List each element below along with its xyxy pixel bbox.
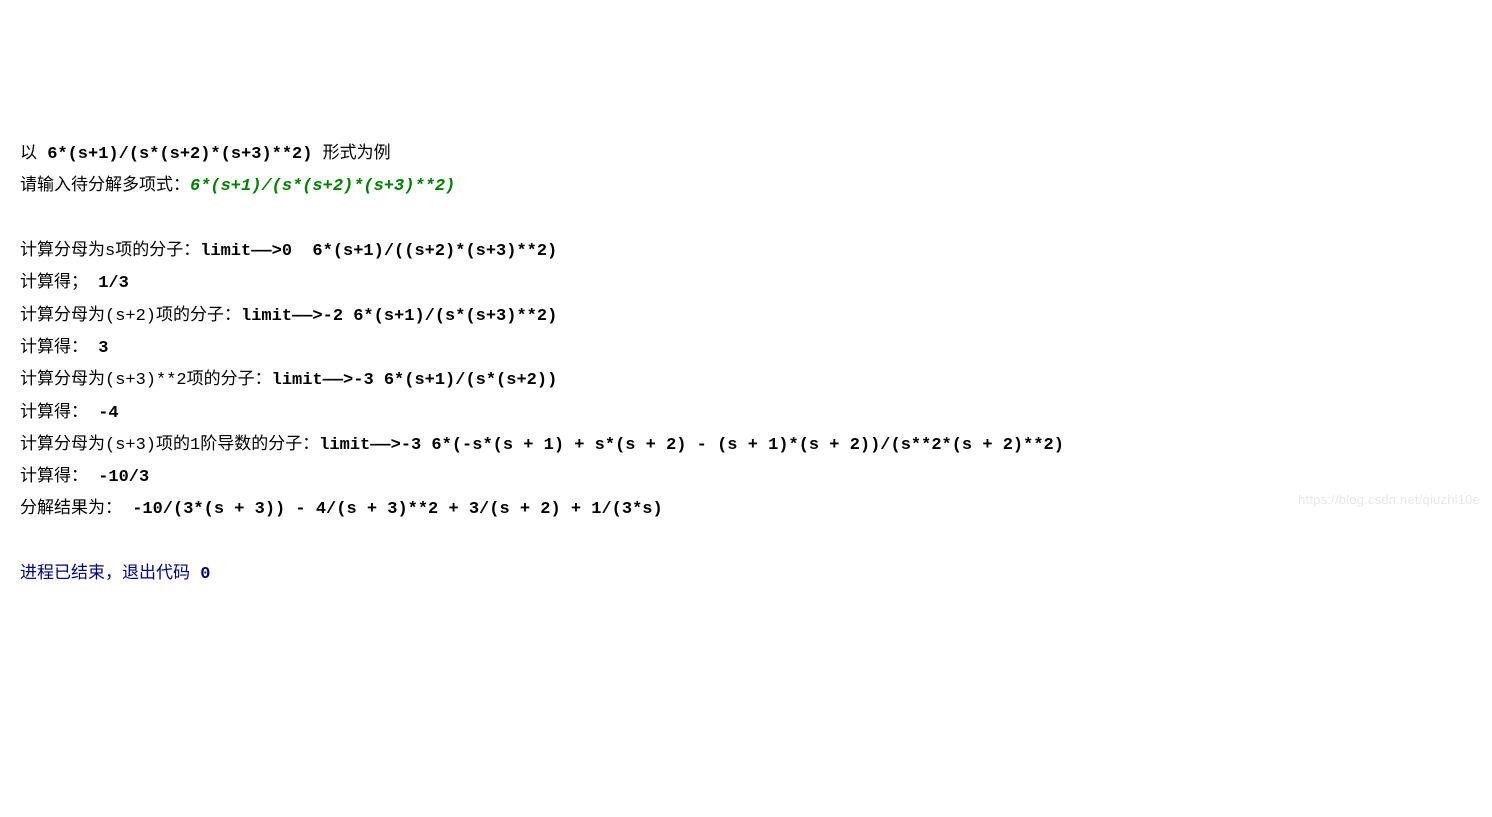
result-label: 计算得： bbox=[20, 404, 98, 423]
output-line: 计算得： -10/3 bbox=[20, 462, 1472, 494]
result-label: 计算得： bbox=[20, 468, 98, 487]
output-line: 计算分母为(s+2)项的分子：limit——>-2 6*(s+1)/(s*(s+… bbox=[20, 301, 1472, 333]
blank-line bbox=[20, 527, 1472, 559]
output-line: 计算得； 1/3 bbox=[20, 268, 1472, 300]
calc-label: 计算分母为(s+3)**2项的分子： bbox=[20, 371, 272, 390]
user-input-expression: 6*(s+1)/(s*(s+2)*(s+3)**2) bbox=[190, 177, 455, 196]
output-line: 请输入待分解多项式：6*(s+1)/(s*(s+2)*(s+3)**2) bbox=[20, 171, 1472, 203]
output-line: 计算分母为(s+3)**2项的分子：limit——>-3 6*(s+1)/(s*… bbox=[20, 365, 1472, 397]
calc-expression: limit——>-3 6*(-s*(s + 1) + s*(s + 2) - (… bbox=[319, 436, 1064, 455]
exit-code: 0 bbox=[200, 565, 210, 584]
result-value: 1/3 bbox=[98, 274, 129, 293]
blank-line bbox=[20, 204, 1472, 236]
result-value: 3 bbox=[98, 339, 108, 358]
calc-label: 计算分母为s项的分子： bbox=[20, 242, 200, 261]
final-result-label: 分解结果为： bbox=[20, 500, 132, 519]
watermark-text: https://blog.csdn.net/qiuzhi10e bbox=[1298, 488, 1480, 513]
calc-label: 计算分母为(s+2)项的分子： bbox=[20, 307, 241, 326]
output-line: 计算得： 3 bbox=[20, 333, 1472, 365]
result-value: -10/3 bbox=[98, 468, 149, 487]
calc-expression: limit——>-3 6*(s+1)/(s*(s+2)) bbox=[272, 371, 558, 390]
output-line: 以 6*(s+1)/(s*(s+2)*(s+3)**2) 形式为例 bbox=[20, 139, 1472, 171]
example-expression: 6*(s+1)/(s*(s+2)*(s+3)**2) bbox=[47, 145, 312, 164]
calc-label: 计算分母为(s+3)项的1阶导数的分子： bbox=[20, 436, 319, 455]
text-segment: 以 bbox=[20, 145, 47, 164]
console-output: 以 6*(s+1)/(s*(s+2)*(s+3)**2) 形式为例请输入待分解多… bbox=[20, 139, 1472, 591]
result-label: 计算得； bbox=[20, 274, 98, 293]
calc-expression: limit——>-2 6*(s+1)/(s*(s+3)**2) bbox=[241, 307, 557, 326]
exit-message: 进程已结束，退出代码 bbox=[20, 565, 200, 584]
output-line: 计算分母为(s+3)项的1阶导数的分子：limit——>-3 6*(-s*(s … bbox=[20, 430, 1472, 462]
input-prompt-label: 请输入待分解多项式： bbox=[20, 177, 190, 196]
result-value: -4 bbox=[98, 404, 118, 423]
calc-expression: limit——>0 6*(s+1)/((s+2)*(s+3)**2) bbox=[200, 242, 557, 261]
process-exit-line: 进程已结束，退出代码 0 bbox=[20, 559, 1472, 591]
output-line: 分解结果为： -10/(3*(s + 3)) - 4/(s + 3)**2 + … bbox=[20, 494, 1472, 526]
result-label: 计算得： bbox=[20, 339, 98, 358]
text-segment: 形式为例 bbox=[312, 145, 390, 164]
output-line: 计算得： -4 bbox=[20, 398, 1472, 430]
final-result-expression: -10/(3*(s + 3)) - 4/(s + 3)**2 + 3/(s + … bbox=[132, 500, 663, 519]
output-line: 计算分母为s项的分子：limit——>0 6*(s+1)/((s+2)*(s+3… bbox=[20, 236, 1472, 268]
